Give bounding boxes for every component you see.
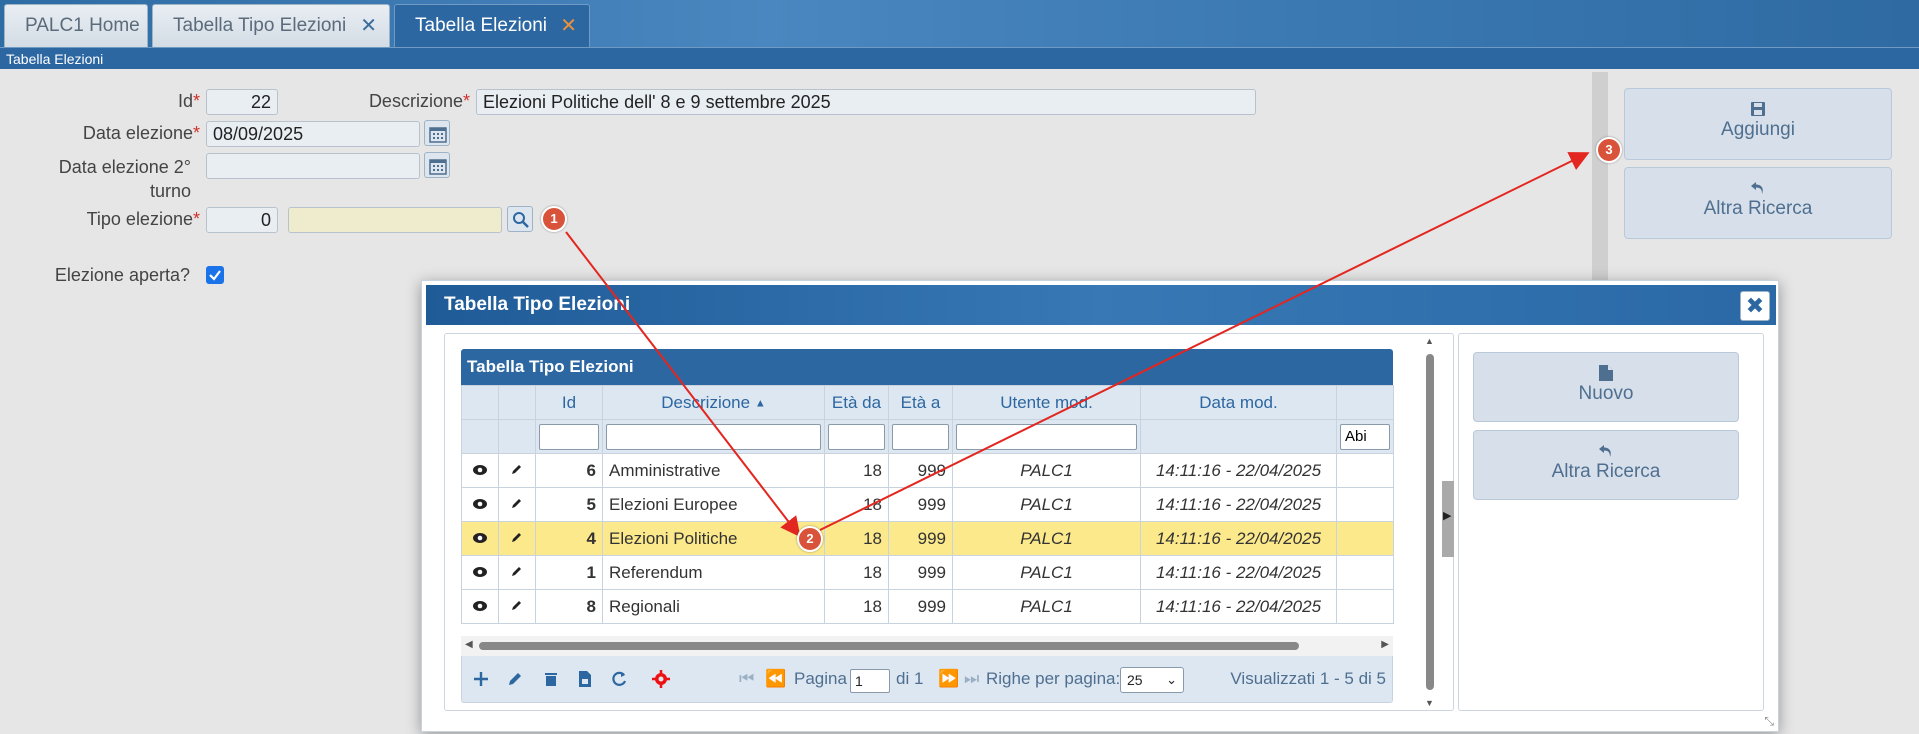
step-badge-3: 3	[1596, 137, 1622, 163]
step-badge-2: 2	[797, 526, 823, 552]
arrow-1-to-2	[565, 231, 801, 538]
arrow-2-to-3	[819, 152, 1590, 531]
annotation-arrows	[565, 152, 1590, 538]
step-badge-1: 1	[541, 206, 567, 232]
